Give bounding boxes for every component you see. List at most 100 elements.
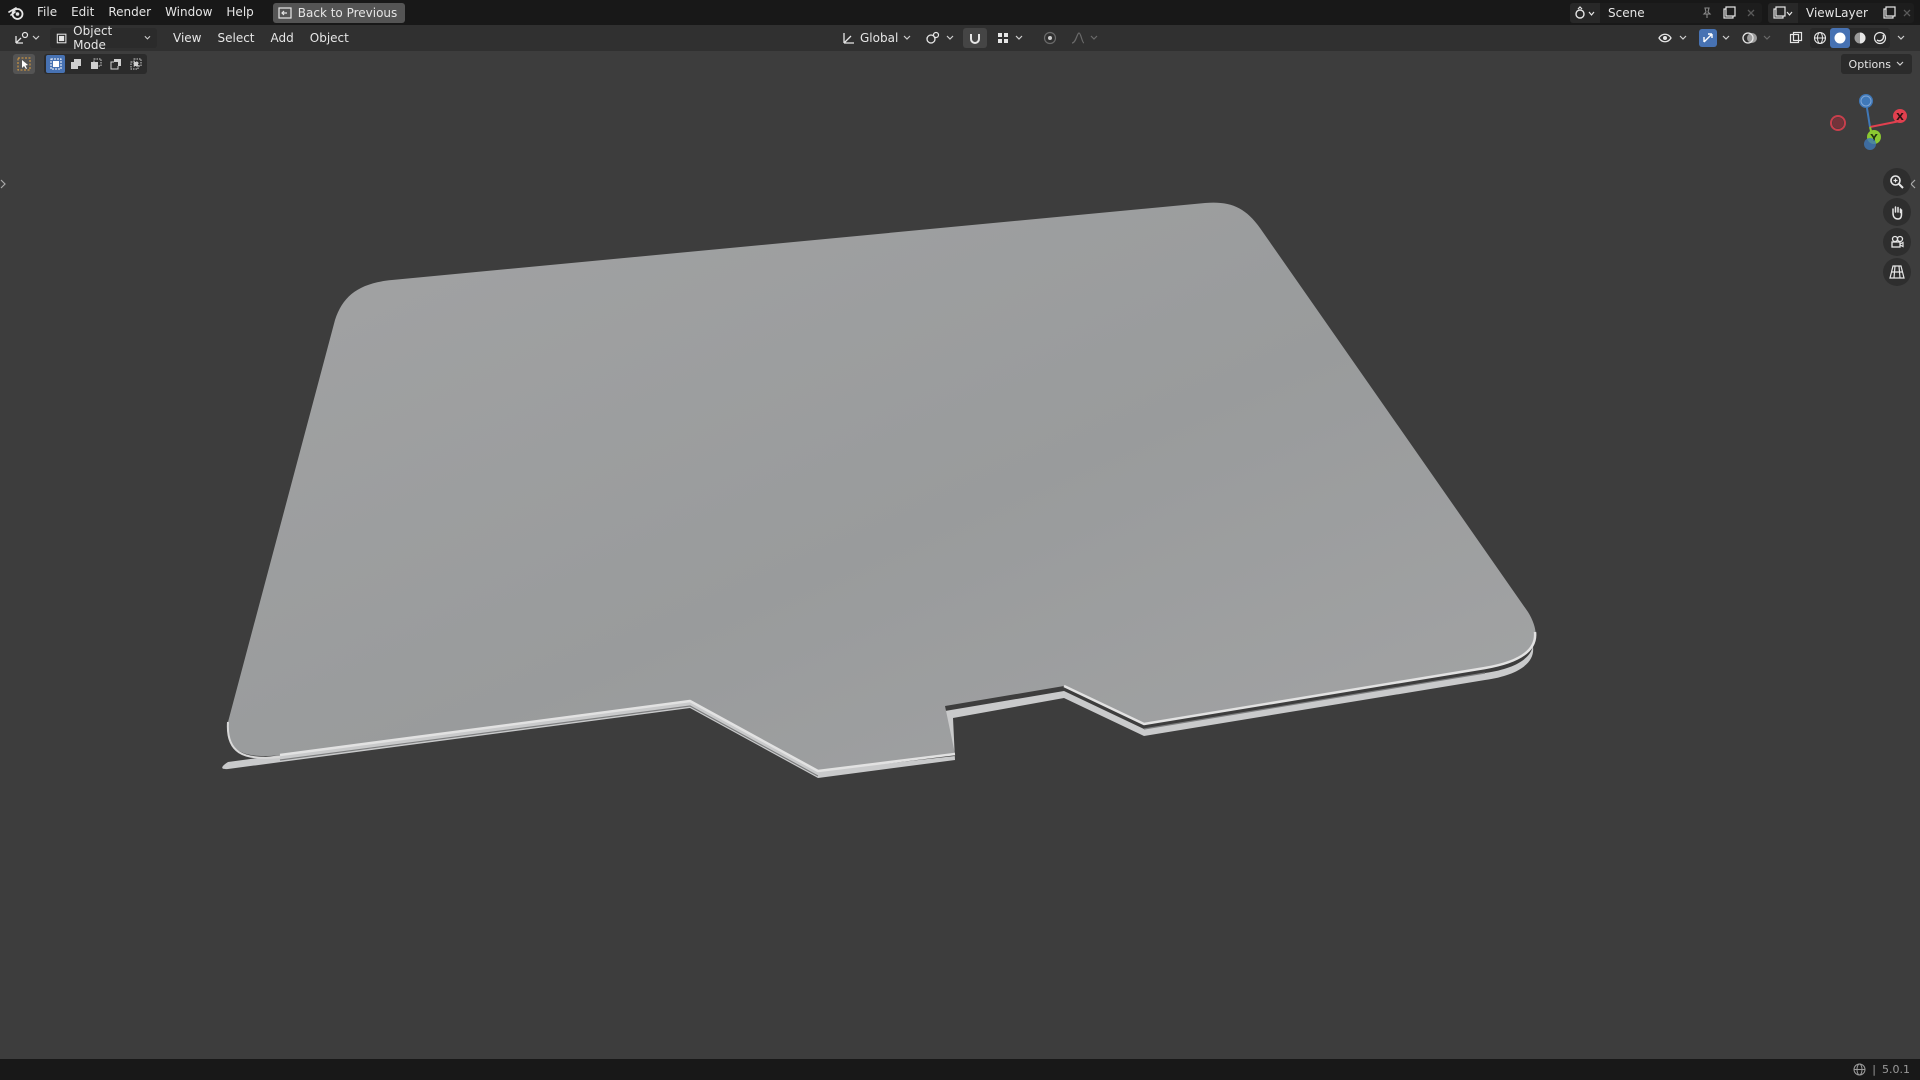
visibility-dropdown[interactable] (1653, 28, 1692, 48)
xray-toggle[interactable] (1784, 28, 1808, 48)
3d-viewport-icon (15, 31, 29, 44)
eye-icon (1658, 33, 1672, 43)
options-dropdown[interactable]: Options (1840, 54, 1912, 74)
snap-toggle[interactable] (963, 28, 988, 48)
chevron-down-icon (1722, 35, 1730, 40)
globe-icon (1853, 1063, 1866, 1076)
top-bar: File Edit Render Window Help Back to Pre… (0, 0, 1920, 25)
perspective-toggle-icon[interactable] (1883, 258, 1911, 286)
viewport-display-tools (1653, 25, 1910, 51)
main-menu: File Edit Render Window Help (30, 0, 261, 25)
falloff-dropdown[interactable] (1066, 28, 1103, 48)
chevron-down-icon (1896, 61, 1904, 66)
transform-tools: Global (836, 25, 1103, 51)
material-shading-icon[interactable] (1850, 28, 1870, 48)
falloff-curve-icon (1072, 32, 1085, 44)
menu-add[interactable]: Add (263, 25, 302, 51)
new-scene-icon[interactable] (1718, 3, 1740, 23)
chevron-down-icon (32, 35, 40, 40)
chevron-down-icon (1015, 35, 1023, 40)
viewlayer-name[interactable]: ViewLayer (1798, 6, 1878, 20)
mesh-plate (227, 202, 1536, 771)
back-to-previous-button[interactable]: Back to Previous (272, 2, 406, 23)
pin-icon[interactable] (1696, 3, 1718, 23)
tool-settings: Options (0, 51, 1920, 77)
select-intersect-icon[interactable] (126, 55, 145, 73)
pivot-dropdown[interactable] (920, 28, 959, 48)
zoom-icon[interactable] (1883, 168, 1911, 196)
back-icon (278, 6, 292, 19)
viewport-canvas[interactable] (0, 77, 1920, 1059)
object-mode-icon (56, 33, 67, 43)
menu-object[interactable]: Object (302, 25, 357, 51)
status-bar: | 5.0.1 (0, 1059, 1920, 1080)
magnet-icon (970, 34, 981, 44)
orientation-icon (843, 33, 854, 44)
select-tool-button[interactable] (13, 54, 35, 74)
rendered-shading-icon[interactable] (1870, 28, 1890, 48)
chevron-down-icon (1090, 35, 1098, 40)
orientation-dropdown[interactable]: Global (836, 28, 916, 48)
viewport-header: Object Mode View Select Add Object Globa… (0, 24, 1920, 52)
pan-hand-icon[interactable] (1883, 198, 1911, 226)
3d-viewport[interactable]: X Y (0, 77, 1920, 1059)
shading-options-dropdown[interactable] (1892, 28, 1910, 48)
xray-icon (1789, 31, 1803, 44)
menu-view[interactable]: View (165, 25, 209, 51)
camera-view-icon[interactable] (1883, 228, 1911, 256)
shading-modes (1810, 28, 1890, 48)
snap-target-dropdown[interactable] (991, 28, 1028, 48)
gizmo-icon (1699, 29, 1717, 47)
axis-x-label: X (1896, 112, 1904, 123)
options-label: Options (1848, 57, 1891, 71)
viewport-menu: View Select Add Object (165, 25, 357, 51)
gizmo-toggle[interactable] (1694, 28, 1735, 48)
select-difference-icon[interactable] (106, 55, 125, 73)
selection-mode-group (44, 54, 147, 74)
delete-scene-icon[interactable] (1740, 3, 1762, 23)
editor-type-dropdown[interactable] (8, 27, 46, 49)
chevron-down-icon (1763, 35, 1771, 40)
toolbar-expand-icon[interactable] (0, 179, 8, 193)
pivot-icon (926, 31, 940, 44)
menu-window[interactable]: Window (158, 0, 219, 25)
solid-shading-icon[interactable] (1830, 28, 1850, 48)
menu-render[interactable]: Render (101, 0, 158, 25)
scene-name[interactable]: Scene (1600, 6, 1696, 20)
chevron-down-icon (144, 35, 151, 40)
overlays-icon (1742, 32, 1757, 44)
version-label: 5.0.1 (1882, 1063, 1910, 1076)
viewlayer-browse-icon[interactable] (1768, 2, 1798, 23)
chevron-down-icon (1897, 35, 1905, 40)
menu-edit[interactable]: Edit (64, 0, 101, 25)
axis-neg-z-icon[interactable] (1864, 138, 1876, 150)
snap-grid-icon (998, 33, 1009, 43)
proportional-edit-toggle[interactable] (1038, 28, 1062, 48)
scene-selector[interactable]: Scene (1570, 2, 1762, 23)
navigation-gizmo[interactable]: X Y (1820, 92, 1910, 162)
mode-dropdown[interactable]: Object Mode (50, 24, 157, 52)
orientation-label: Global (860, 31, 899, 45)
delete-viewlayer-icon[interactable] (1900, 3, 1914, 23)
select-subtract-icon[interactable] (86, 55, 105, 73)
mode-label: Object Mode (73, 24, 113, 52)
back-to-previous-label: Back to Previous (297, 5, 398, 20)
status-separator: | (1872, 1063, 1876, 1076)
overlays-toggle[interactable] (1737, 28, 1776, 48)
scene-browse-icon[interactable] (1570, 2, 1600, 23)
topbar-right: Scene ViewLayer (1570, 0, 1920, 25)
chevron-down-icon (1679, 35, 1687, 40)
sidebar-expand-icon[interactable] (1910, 179, 1918, 193)
select-new-icon[interactable] (46, 55, 65, 73)
menu-select[interactable]: Select (209, 25, 262, 51)
viewlayer-selector[interactable]: ViewLayer (1768, 2, 1914, 23)
menu-help[interactable]: Help (219, 0, 260, 25)
chevron-down-icon (946, 35, 954, 40)
select-extend-icon[interactable] (66, 55, 85, 73)
new-viewlayer-icon[interactable] (1878, 3, 1900, 23)
menu-file[interactable]: File (30, 0, 64, 25)
wireframe-shading-icon[interactable] (1810, 28, 1830, 48)
cursor-select-icon (17, 57, 31, 71)
blender-logo-icon[interactable] (2, 0, 30, 25)
chevron-down-icon (903, 35, 911, 40)
